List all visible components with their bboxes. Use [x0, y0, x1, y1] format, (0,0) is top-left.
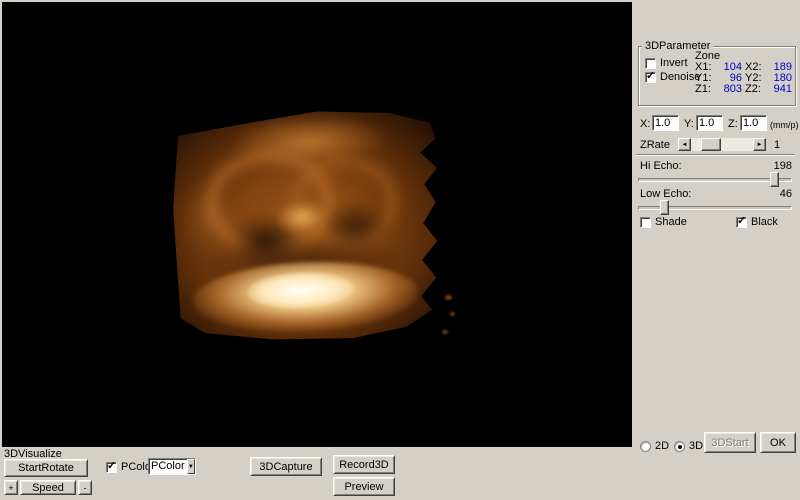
low-echo-value: 46 — [758, 188, 792, 200]
zrate-scrollbar[interactable]: ◄ ► — [678, 138, 766, 151]
low-echo-slider[interactable] — [638, 200, 792, 215]
zone-z1-label: Z1: — [695, 84, 717, 95]
zone-z2-value: 941 — [767, 84, 795, 95]
speed-increase-button[interactable]: + — [4, 480, 18, 495]
ultrasound-render — [169, 106, 447, 345]
denoise-checkbox[interactable]: Denoise — [645, 71, 700, 83]
capture-3d-button[interactable]: 3DCapture — [250, 457, 322, 476]
ultrasound-speck — [445, 295, 452, 300]
shade-label: Shade — [655, 216, 687, 228]
pcolor-checkbox-box[interactable] — [106, 462, 117, 473]
black-checkbox[interactable]: Black — [736, 216, 778, 228]
zrate-scrollbar-track[interactable] — [691, 138, 753, 151]
hi-echo-label: Hi Echo: — [640, 160, 682, 172]
invert-checkbox-box[interactable] — [645, 58, 656, 69]
low-echo-slider-thumb[interactable] — [660, 200, 669, 215]
parameter-groupbox: 3DParameter Invert Denoise Zone X1: 104 … — [638, 46, 796, 106]
start-rotate-button[interactable]: StartRotate — [4, 459, 88, 477]
scroll-left-icon[interactable]: ◄ — [678, 138, 691, 151]
zone-values: X1: 104 X2: 189 Y1: 96 Y2: 180 Z1: 803 Z… — [695, 62, 795, 95]
shade-checkbox[interactable]: Shade — [640, 216, 687, 228]
low-echo-label: Low Echo: — [640, 188, 691, 200]
zrate-scrollbar-thumb[interactable] — [701, 138, 721, 151]
mode-3d-radio-circle[interactable] — [674, 441, 685, 452]
invert-checkbox[interactable]: Invert — [645, 57, 688, 69]
mode-2d-label: 2D — [655, 440, 669, 452]
scroll-right-icon[interactable]: ► — [753, 138, 766, 151]
scale-unit-label: (mm/p) — [770, 119, 799, 131]
record-3d-button[interactable]: Record3D — [333, 455, 395, 474]
black-label: Black — [751, 216, 778, 228]
separator — [636, 154, 794, 156]
render-viewport[interactable] — [2, 2, 632, 447]
hi-echo-value: 198 — [758, 160, 792, 172]
ok-button[interactable]: OK — [760, 432, 796, 453]
mode-3d-radio[interactable]: 3D — [674, 440, 703, 452]
ultrasound-speck — [450, 312, 455, 316]
3dstart-button[interactable]: 3DStart — [704, 432, 756, 453]
visualize-panel: 3DVisualize StartRotate + Speed - PColor… — [0, 447, 632, 500]
mode-3d-label: 3D — [689, 440, 703, 452]
dropdown-icon[interactable]: ▼ — [187, 459, 195, 474]
shade-checkbox-box[interactable] — [640, 217, 651, 228]
speed-decrease-button[interactable]: - — [78, 480, 92, 495]
denoise-checkbox-box[interactable] — [645, 72, 656, 83]
mode-2d-radio-circle[interactable] — [640, 441, 651, 452]
preview-button[interactable]: Preview — [333, 477, 395, 496]
ultrasound-volume — [169, 106, 447, 345]
scale-z-label: Z: — [728, 118, 738, 130]
zone-z2-label: Z2: — [745, 84, 767, 95]
parameter-panel: 3DParameter Invert Denoise Zone X1: 104 … — [632, 0, 800, 500]
zrate-value: 1 — [774, 139, 780, 151]
hi-echo-slider-track[interactable] — [638, 178, 792, 182]
zone-z1-value: 803 — [717, 84, 745, 95]
pcolor-combobox[interactable]: PColor ▼ — [148, 458, 196, 475]
invert-label: Invert — [660, 57, 688, 69]
pcolor-combobox-value: PColor — [149, 459, 187, 474]
hi-echo-slider[interactable] — [638, 172, 792, 187]
scale-x-input[interactable] — [652, 115, 679, 131]
hi-echo-slider-thumb[interactable] — [770, 172, 779, 187]
scale-y-label: Y: — [684, 118, 694, 130]
black-checkbox-box[interactable] — [736, 217, 747, 228]
scale-z-input[interactable] — [740, 115, 767, 131]
scale-x-label: X: — [640, 118, 650, 130]
zrate-label: ZRate — [640, 139, 670, 151]
mode-2d-radio[interactable]: 2D — [640, 440, 669, 452]
speed-button[interactable]: Speed — [20, 480, 76, 495]
scale-y-input[interactable] — [696, 115, 723, 131]
ultrasound-speck — [442, 330, 448, 334]
